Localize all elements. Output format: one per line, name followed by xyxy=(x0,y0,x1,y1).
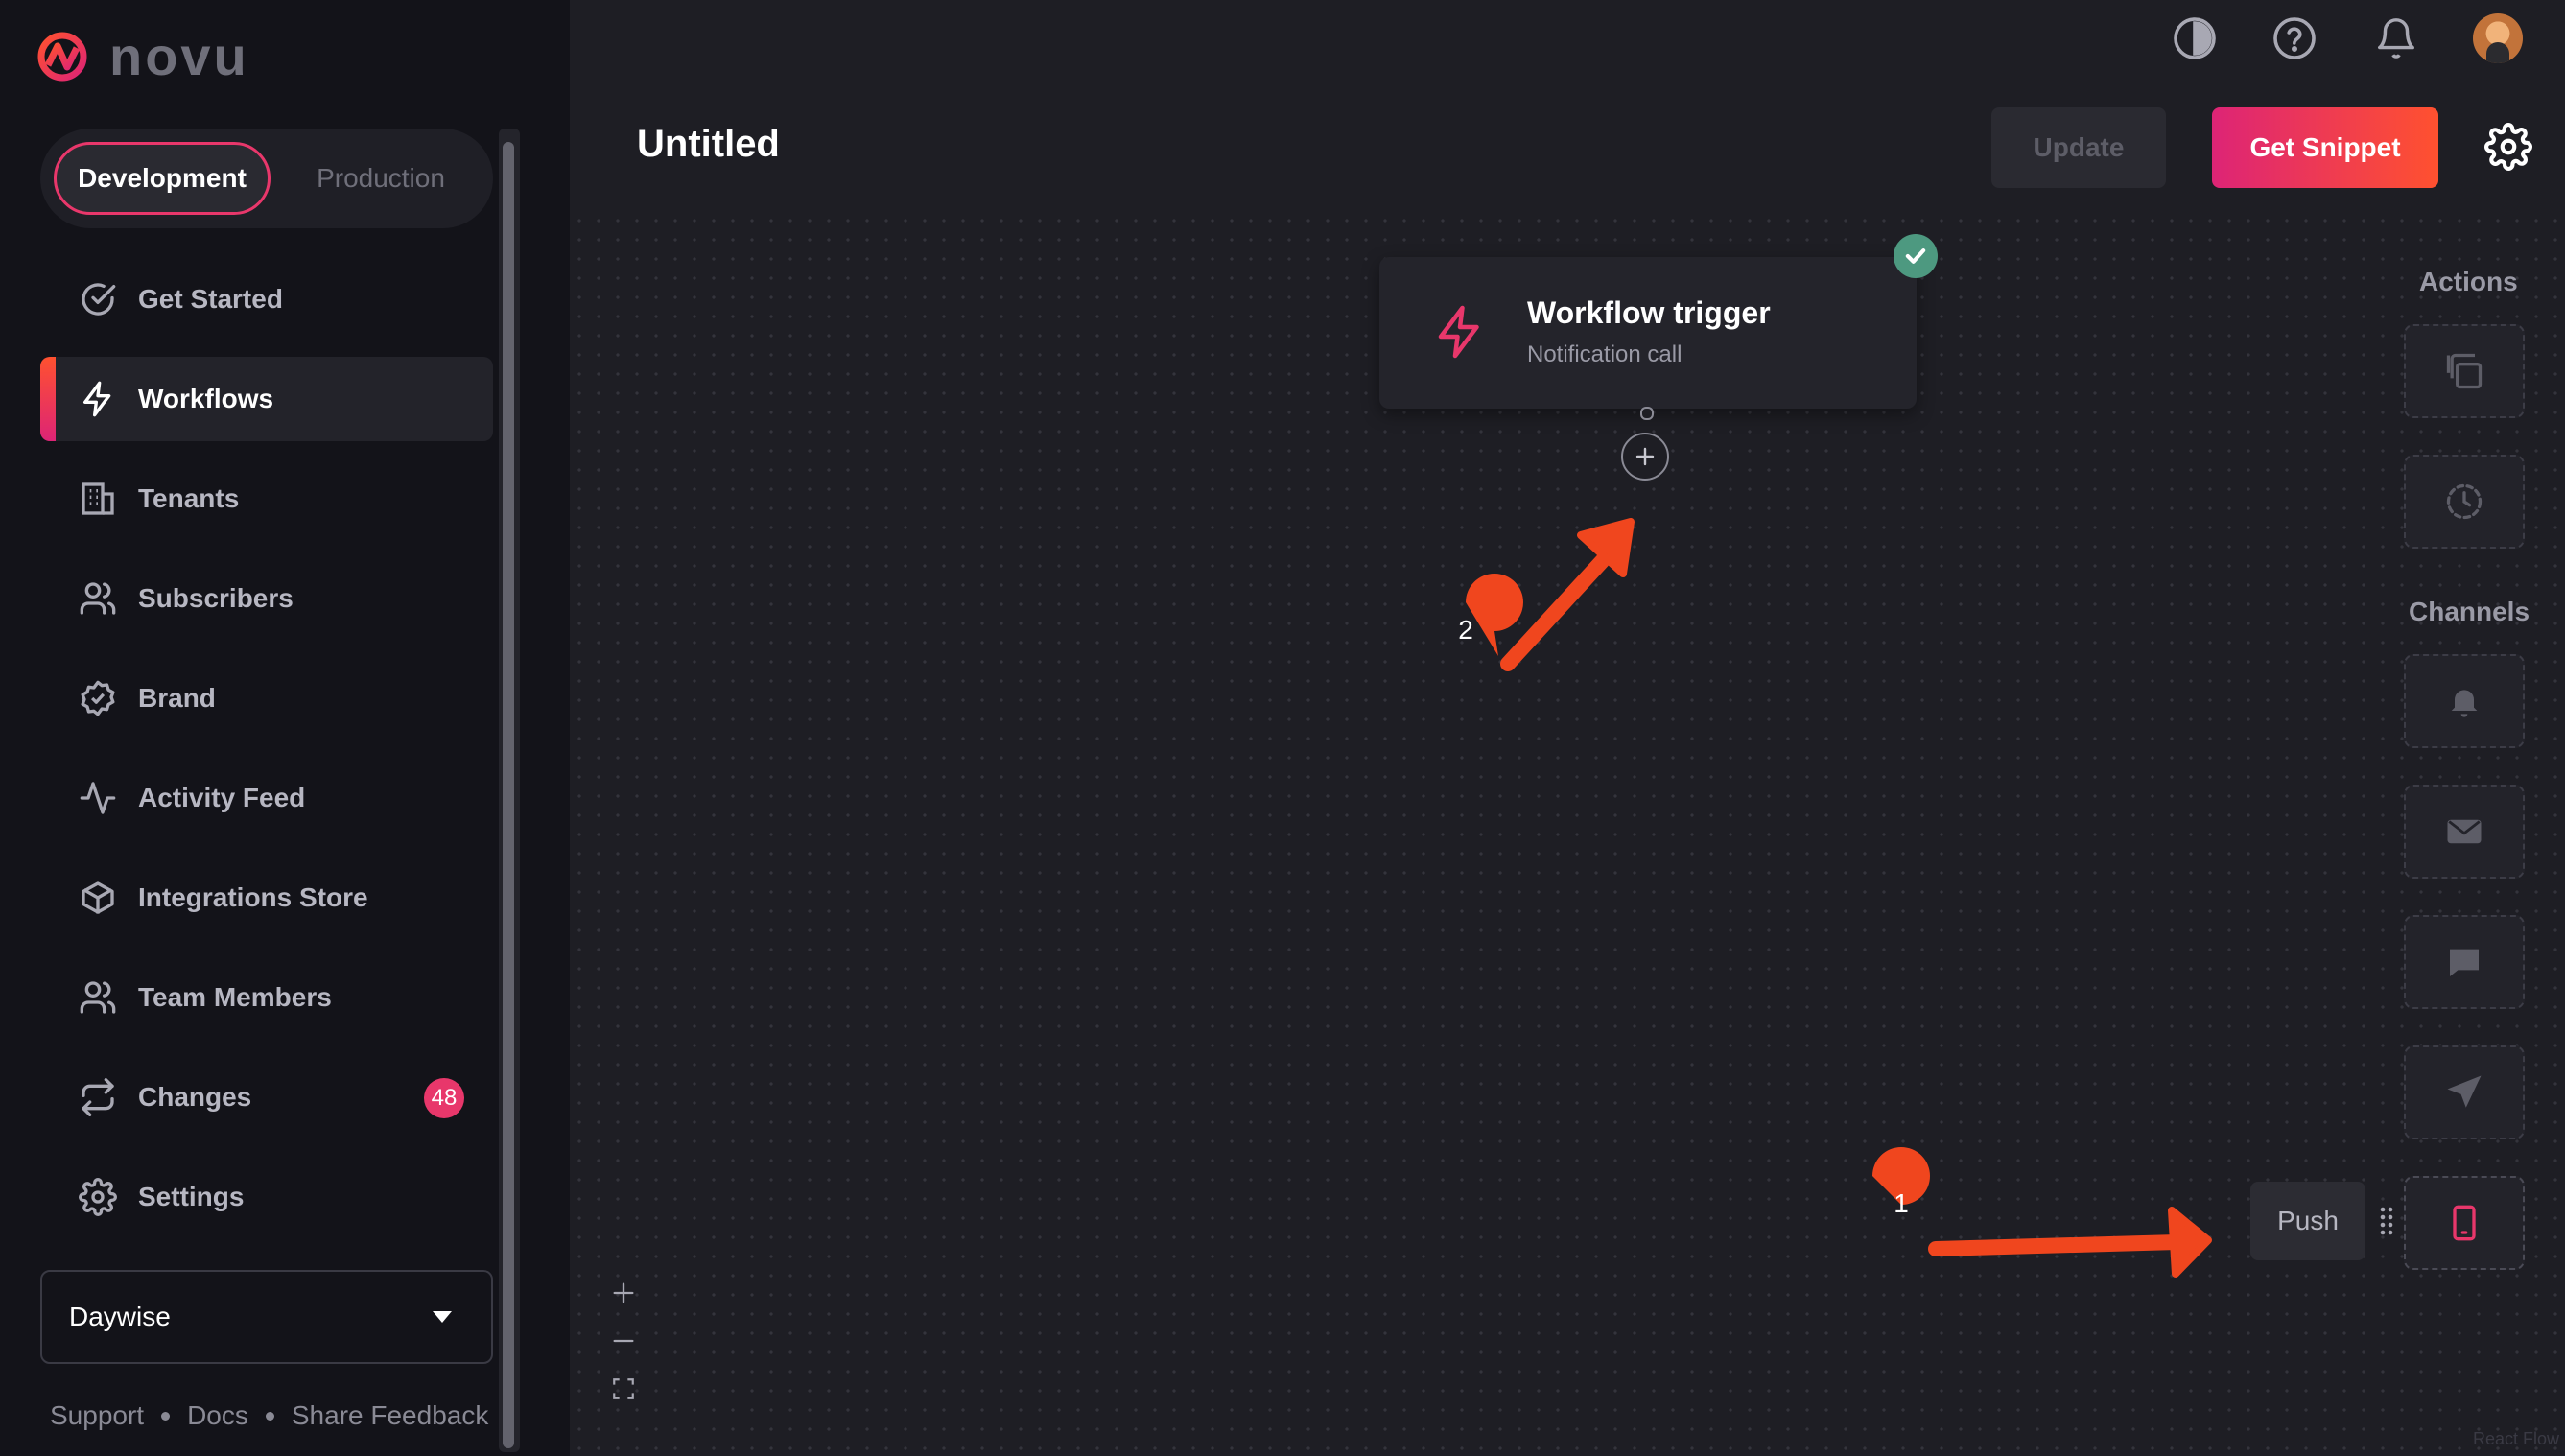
workflow-settings-icon[interactable] xyxy=(2484,123,2532,171)
get-snippet-button[interactable]: Get Snippet xyxy=(2212,107,2438,188)
env-production-button[interactable]: Production xyxy=(280,142,482,215)
activity-icon xyxy=(77,777,119,819)
nav-item-activity-feed[interactable]: Activity Feed xyxy=(40,756,493,840)
email-icon xyxy=(2444,811,2484,852)
organization-select[interactable]: Daywise xyxy=(40,1270,493,1364)
users-icon xyxy=(77,976,119,1019)
repeat-icon xyxy=(77,1076,119,1118)
digest-action-tile[interactable] xyxy=(2404,324,2525,418)
badge-check-icon xyxy=(77,677,119,719)
changes-count-badge: 48 xyxy=(424,1078,464,1118)
nav-label: Integrations Store xyxy=(138,882,368,912)
organization-name: Daywise xyxy=(69,1302,171,1331)
in-app-bell-icon xyxy=(2445,682,2483,720)
digest-icon xyxy=(2443,350,2485,392)
nav-label: Settings xyxy=(138,1182,245,1211)
nav-item-tenants[interactable]: Tenants xyxy=(40,457,493,541)
push-channel-tile[interactable] xyxy=(2404,1176,2525,1270)
checkmark-icon xyxy=(1894,234,1938,278)
actions-heading: Actions xyxy=(2419,267,2518,296)
react-flow-attribution[interactable]: React Flow xyxy=(2473,1429,2559,1449)
sidebar-footer: Support Docs Share Feedback xyxy=(50,1400,488,1431)
novu-logo-icon xyxy=(37,32,87,81)
nav-item-get-started[interactable]: Get Started xyxy=(40,257,493,341)
push-mobile-icon xyxy=(2445,1204,2483,1242)
gear-icon xyxy=(77,1176,119,1218)
trigger-subtitle: Notification call xyxy=(1527,341,1683,367)
delay-action-tile[interactable] xyxy=(2404,455,2525,549)
bolt-icon xyxy=(77,378,119,420)
drag-handle-icon[interactable] xyxy=(2379,1207,2394,1235)
nav-label: Get Started xyxy=(138,284,283,314)
trigger-title: Workflow trigger xyxy=(1527,295,1771,330)
environment-switch: Development Production xyxy=(40,129,493,228)
plus-icon xyxy=(1635,447,1655,466)
docs-link[interactable]: Docs xyxy=(187,1400,248,1431)
nav-item-settings[interactable]: Settings xyxy=(40,1155,493,1239)
nav-label: Tenants xyxy=(138,483,240,513)
check-circle-icon xyxy=(77,278,119,320)
zoom-controls xyxy=(606,1276,641,1420)
help-icon[interactable] xyxy=(2270,13,2319,63)
update-button[interactable]: Update xyxy=(1991,107,2166,188)
sidebar-scrollbar-thumb[interactable] xyxy=(503,142,514,1448)
nav-label: Workflows xyxy=(138,384,274,413)
delay-icon xyxy=(2443,481,2485,523)
page-title[interactable]: Untitled xyxy=(637,123,780,166)
email-channel-tile[interactable] xyxy=(2404,785,2525,879)
node-handle[interactable] xyxy=(1640,407,1654,420)
support-link[interactable]: Support xyxy=(50,1400,144,1431)
push-tooltip: Push xyxy=(2250,1182,2365,1260)
nav-label: Team Members xyxy=(138,982,332,1012)
nav-item-changes[interactable]: Changes 48 xyxy=(40,1055,493,1139)
sms-send-icon xyxy=(2444,1072,2484,1113)
bolt-icon xyxy=(1431,303,1489,361)
box-icon xyxy=(77,877,119,919)
fit-view-icon[interactable] xyxy=(606,1372,641,1406)
sidebar: novu Development Production Get Started … xyxy=(0,0,570,1456)
chat-icon xyxy=(2445,943,2483,981)
nav-item-brand[interactable]: Brand xyxy=(40,656,493,740)
nav-label: Subscribers xyxy=(138,583,294,613)
separator-dot xyxy=(161,1411,171,1421)
brand-logo[interactable]: novu xyxy=(36,25,249,87)
workflow-trigger-node[interactable]: Workflow trigger Notification call xyxy=(1379,257,1917,409)
building-icon xyxy=(77,478,119,520)
zoom-in-icon[interactable] xyxy=(606,1276,641,1310)
nav-label: Changes xyxy=(138,1082,252,1112)
brand-name: novu xyxy=(109,26,249,86)
nav-item-team-members[interactable]: Team Members xyxy=(40,955,493,1040)
env-development-button[interactable]: Development xyxy=(54,142,271,215)
add-step-button[interactable] xyxy=(1621,433,1669,481)
nav-label: Activity Feed xyxy=(138,783,306,812)
separator-dot xyxy=(265,1411,274,1421)
users-icon xyxy=(77,577,119,620)
channels-heading: Channels xyxy=(2409,597,2530,626)
chat-channel-tile[interactable] xyxy=(2404,915,2525,1009)
notification-bell-icon[interactable] xyxy=(2371,13,2421,63)
zoom-out-icon[interactable] xyxy=(606,1324,641,1358)
user-avatar[interactable] xyxy=(2473,13,2523,63)
nav-item-integrations-store[interactable]: Integrations Store xyxy=(40,856,493,940)
in-app-channel-tile[interactable] xyxy=(2404,654,2525,748)
share-feedback-link[interactable]: Share Feedback xyxy=(292,1400,488,1431)
nav-item-workflows[interactable]: Workflows xyxy=(40,357,493,441)
caret-down-icon xyxy=(432,1310,453,1324)
theme-toggle-icon[interactable] xyxy=(2170,13,2220,63)
nav-item-subscribers[interactable]: Subscribers xyxy=(40,556,493,641)
nav-label: Brand xyxy=(138,683,216,713)
sms-channel-tile[interactable] xyxy=(2404,1045,2525,1139)
